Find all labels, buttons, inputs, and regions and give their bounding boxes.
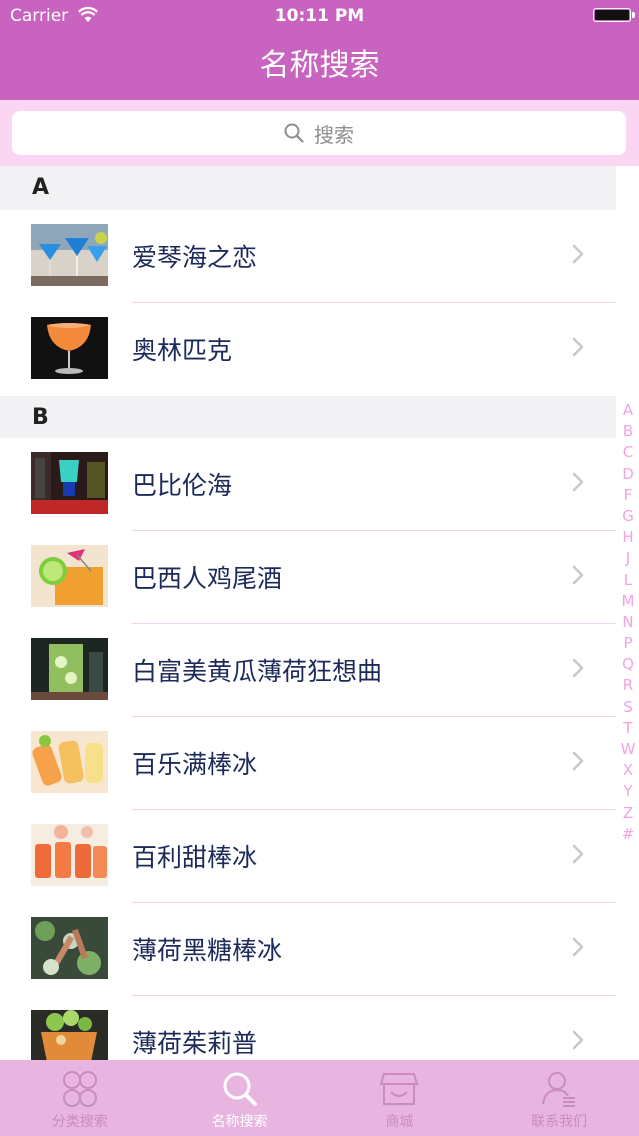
list-item[interactable]: 薄荷黑糖棒冰 <box>0 903 616 996</box>
tab-category-search[interactable]: 分类搜索 <box>0 1060 160 1136</box>
drink-thumbnail <box>31 731 108 793</box>
drink-thumbnail <box>31 1010 108 1060</box>
index-letter[interactable]: M <box>618 591 638 612</box>
index-letter[interactable]: X <box>618 760 638 781</box>
index-letter[interactable]: Y <box>618 781 638 802</box>
drink-thumbnail <box>31 317 108 379</box>
tab-store[interactable]: 商城 <box>320 1060 480 1136</box>
list-item[interactable]: 薄荷茱莉普 <box>0 996 616 1060</box>
index-letter[interactable]: # <box>618 824 638 845</box>
list-item[interactable]: 巴西人鸡尾酒 <box>0 531 616 624</box>
drink-thumbnail <box>31 224 108 286</box>
index-letter[interactable]: H <box>618 527 638 548</box>
section-letter: B <box>32 405 49 430</box>
status-bar: Carrier 10:11 PM <box>0 0 639 34</box>
list-item[interactable]: 巴比伦海 <box>0 438 616 531</box>
index-letter[interactable]: N <box>618 612 638 633</box>
tab-label: 分类搜索 <box>51 1114 108 1130</box>
index-letter[interactable]: W <box>618 739 638 760</box>
index-letter[interactable]: C <box>618 442 638 463</box>
section-header-a: A <box>0 166 616 210</box>
index-letter[interactable]: T <box>618 718 638 739</box>
drink-thumbnail <box>31 917 108 979</box>
drink-name: 巴比伦海 <box>132 471 233 500</box>
section-header-b: B <box>0 396 616 440</box>
tab-contact[interactable]: 联系我们 <box>479 1060 639 1136</box>
drink-name: 奥林匹克 <box>132 336 233 365</box>
index-letter[interactable]: R <box>618 675 638 696</box>
chevron-right-icon <box>571 936 585 962</box>
search-icon <box>223 1072 257 1106</box>
drink-thumbnail <box>31 545 108 607</box>
index-letter[interactable]: G <box>618 506 638 527</box>
chevron-right-icon <box>571 843 585 869</box>
search-bar: 搜索 <box>0 100 639 166</box>
index-letter[interactable]: S <box>618 697 638 718</box>
list-item[interactable]: 爱琴海之恋 <box>0 210 616 303</box>
status-time: 10:11 PM <box>274 6 365 26</box>
index-letter[interactable]: B <box>618 421 638 442</box>
drink-thumbnail <box>31 638 108 700</box>
search-placeholder: 搜索 <box>314 122 354 147</box>
search-input[interactable]: 搜索 <box>12 111 626 155</box>
tab-name-search[interactable]: 名称搜索 <box>160 1060 320 1136</box>
chevron-right-icon <box>571 564 585 590</box>
drink-name: 百利甜棒冰 <box>132 843 258 872</box>
section-index[interactable]: A B C D F G H J L M N P Q R S T W X Y Z … <box>618 400 638 845</box>
index-letter[interactable]: P <box>618 633 638 654</box>
drink-list[interactable]: A 爱琴海之恋 奥林匹克 B 巴比伦海 巴西人鸡尾酒 白富美黄瓜薄荷狂想曲 百乐… <box>0 166 616 1060</box>
contact-icon <box>542 1072 576 1107</box>
section-letter: A <box>32 175 50 200</box>
list-item[interactable]: 百利甜棒冰 <box>0 810 616 903</box>
index-letter[interactable]: Z <box>618 803 638 824</box>
chevron-right-icon <box>571 750 585 776</box>
drink-name: 百乐满棒冰 <box>132 750 258 779</box>
chevron-right-icon <box>571 471 585 497</box>
drink-thumbnail <box>31 824 108 886</box>
chevron-right-icon <box>571 1029 585 1055</box>
list-item[interactable]: 白富美黄瓜薄荷狂想曲 <box>0 624 616 717</box>
battery-icon <box>593 8 635 22</box>
index-letter[interactable]: L <box>618 570 638 591</box>
navigation-bar: Carrier 10:11 PM 名称搜索 <box>0 0 639 100</box>
store-icon <box>380 1073 419 1105</box>
list-item[interactable]: 百乐满棒冰 <box>0 717 616 810</box>
index-letter[interactable]: A <box>618 400 638 421</box>
drink-name: 巴西人鸡尾酒 <box>132 564 283 593</box>
drink-name: 白富美黄瓜薄荷狂想曲 <box>132 657 383 686</box>
drink-thumbnail <box>31 452 108 514</box>
tab-label: 联系我们 <box>531 1114 588 1130</box>
list-item[interactable]: 奥林匹克 <box>0 303 616 396</box>
tab-label: 商城 <box>385 1114 414 1130</box>
index-letter[interactable]: F <box>618 485 638 506</box>
chevron-right-icon <box>571 336 585 362</box>
index-letter[interactable]: J <box>618 548 638 569</box>
page-title: 名称搜索 <box>259 48 380 83</box>
tab-bar: 分类搜索 名称搜索 商城 联系我们 <box>0 1060 639 1136</box>
drink-name: 薄荷黑糖棒冰 <box>132 936 283 965</box>
search-icon <box>284 123 304 143</box>
chevron-right-icon <box>571 657 585 683</box>
chevron-right-icon <box>571 243 585 269</box>
clover-icon <box>62 1071 97 1107</box>
tab-label: 名称搜索 <box>211 1114 268 1130</box>
index-letter[interactable]: D <box>618 464 638 485</box>
drink-name: 薄荷茱莉普 <box>132 1029 258 1058</box>
index-letter[interactable]: Q <box>618 654 638 675</box>
drink-name: 爱琴海之恋 <box>132 243 258 272</box>
